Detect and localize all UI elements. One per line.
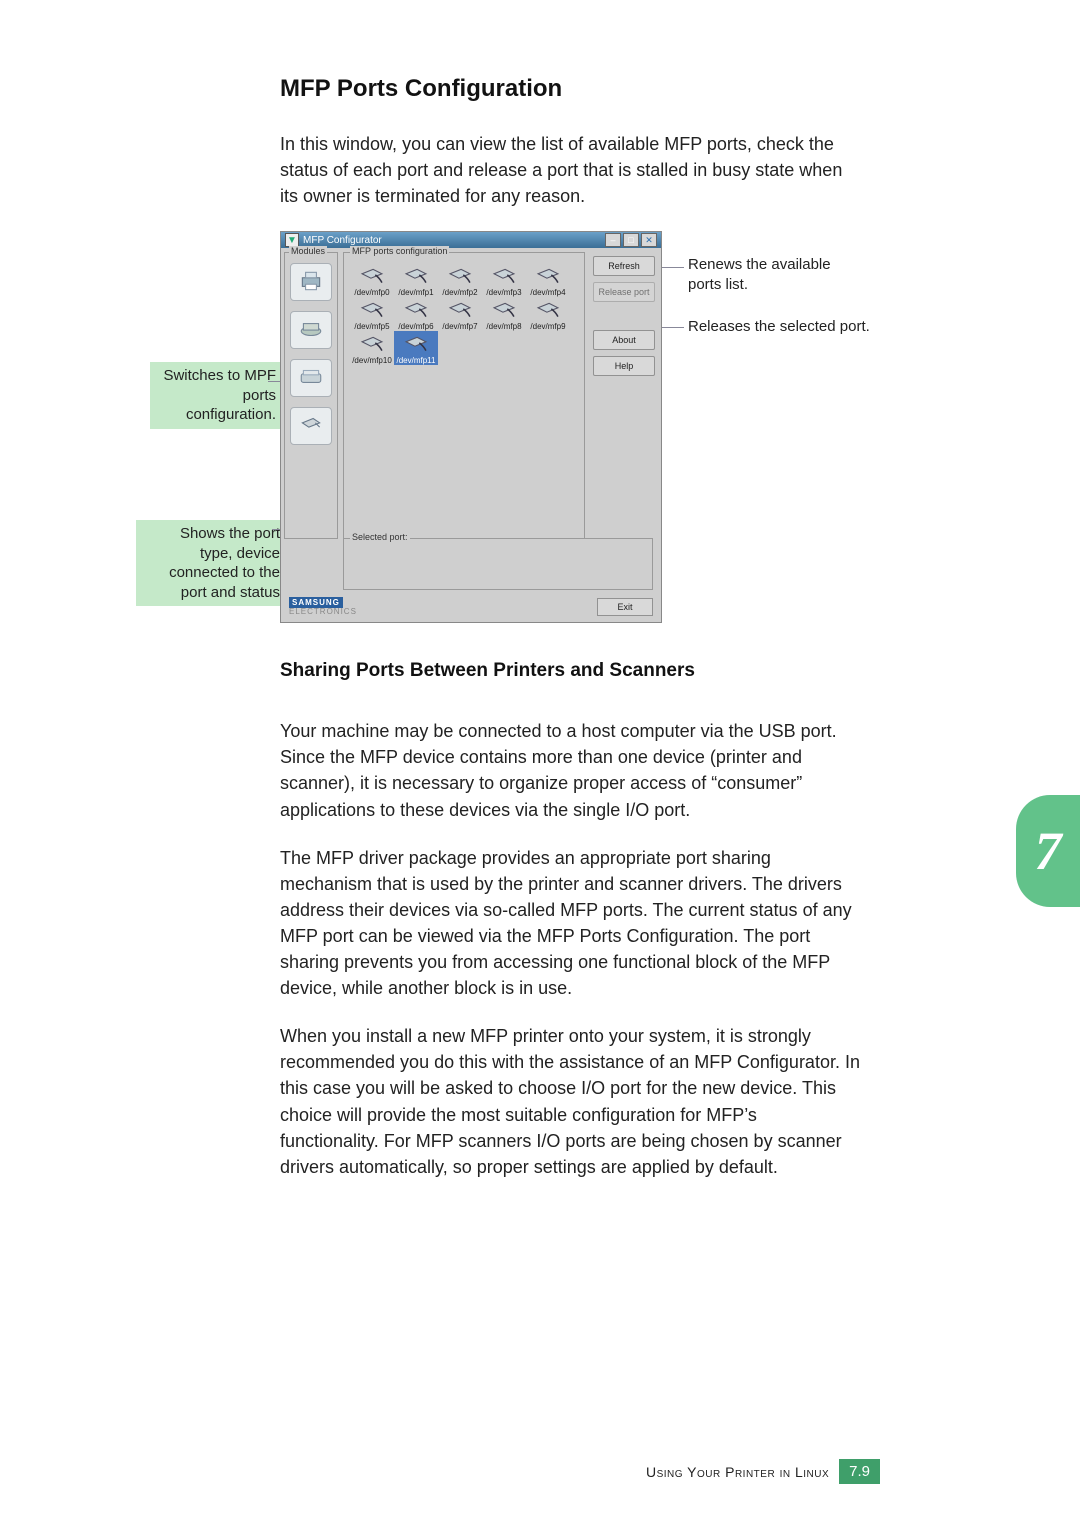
callout-switches: Switches to MPF ports configuration.: [150, 362, 284, 429]
port-item[interactable]: /dev/mfp1: [394, 263, 438, 297]
titlebar-dropdown-icon[interactable]: ▼: [285, 233, 299, 247]
maximize-button[interactable]: □: [623, 233, 639, 247]
chapter-number: 7: [1035, 820, 1062, 882]
module-scanners-icon[interactable]: [290, 359, 332, 397]
anno-renews: Renews the available ports list.: [688, 255, 868, 294]
help-button[interactable]: Help: [593, 356, 655, 376]
subheading-sharing-ports: Sharing Ports Between Printers and Scann…: [280, 660, 860, 682]
port-item[interactable]: /dev/mfp9: [526, 297, 570, 331]
port-item[interactable]: /dev/mfp5: [350, 297, 394, 331]
release-port-button[interactable]: Release port: [593, 282, 655, 302]
right-button-column: Refresh Release port About Help: [593, 256, 655, 376]
para-3: When you install a new MFP printer onto …: [280, 1023, 860, 1180]
port-item[interactable]: /dev/mfp2: [438, 263, 482, 297]
para-1: Your machine may be connected to a host …: [280, 718, 860, 822]
refresh-button[interactable]: Refresh: [593, 256, 655, 276]
port-item[interactable]: /dev/mfp0: [350, 263, 394, 297]
modules-panel: Modules: [284, 252, 338, 539]
port-item[interactable]: /dev/mfp6: [394, 297, 438, 331]
footer-text: Using Your Printer in Linux: [646, 1464, 829, 1480]
port-item[interactable]: /dev/mfp7: [438, 297, 482, 331]
window-titlebar: ▼ MFP Configurator – □ ✕: [281, 232, 661, 248]
port-item[interactable]: /dev/mfp4: [526, 263, 570, 297]
selected-port-group: Selected port:: [343, 538, 653, 590]
minimize-button[interactable]: –: [605, 233, 621, 247]
port-grid: /dev/mfp0/dev/mfp1/dev/mfp2/dev/mfp3/dev…: [350, 263, 578, 532]
para-2: The MFP driver package provides an appro…: [280, 845, 860, 1002]
footer-page-number: 7.9: [839, 1459, 880, 1484]
module-devices-icon[interactable]: [290, 311, 332, 349]
window-title: MFP Configurator: [303, 235, 382, 246]
port-item[interactable]: /dev/mfp3: [482, 263, 526, 297]
ports-group: MFP ports configuration /dev/mfp0/dev/mf…: [343, 252, 585, 539]
port-item[interactable]: /dev/mfp8: [482, 297, 526, 331]
chapter-tab: 7: [1016, 795, 1080, 907]
module-printers-icon[interactable]: [290, 263, 332, 301]
callout-port-type: Shows the port type, device connected to…: [136, 520, 288, 606]
annotated-screenshot: Switches to MPF ports configuration. Sho…: [150, 231, 850, 626]
exit-button[interactable]: Exit: [597, 598, 653, 616]
anno-releases: Releases the selected port.: [688, 317, 878, 337]
brand-logo: SAMSUNG ELECTRONICS: [289, 598, 357, 616]
selected-port-label: Selected port:: [350, 532, 410, 542]
port-item[interactable]: /dev/mfp10: [350, 331, 394, 365]
module-ports-icon[interactable]: [290, 407, 332, 445]
modules-label: Modules: [289, 246, 327, 256]
about-button[interactable]: About: [593, 330, 655, 350]
intro-paragraph: In this window, you can view the list of…: [280, 131, 860, 209]
heading-mfp-ports: MFP Ports Configuration: [280, 75, 860, 103]
port-item[interactable]: /dev/mfp11: [394, 331, 438, 365]
close-button[interactable]: ✕: [641, 233, 657, 247]
ports-group-label: MFP ports configuration: [350, 246, 449, 256]
mfp-configurator-window: ▼ MFP Configurator – □ ✕ Modules: [280, 231, 662, 623]
page-footer: Using Your Printer in Linux 7.9: [0, 1459, 1080, 1484]
